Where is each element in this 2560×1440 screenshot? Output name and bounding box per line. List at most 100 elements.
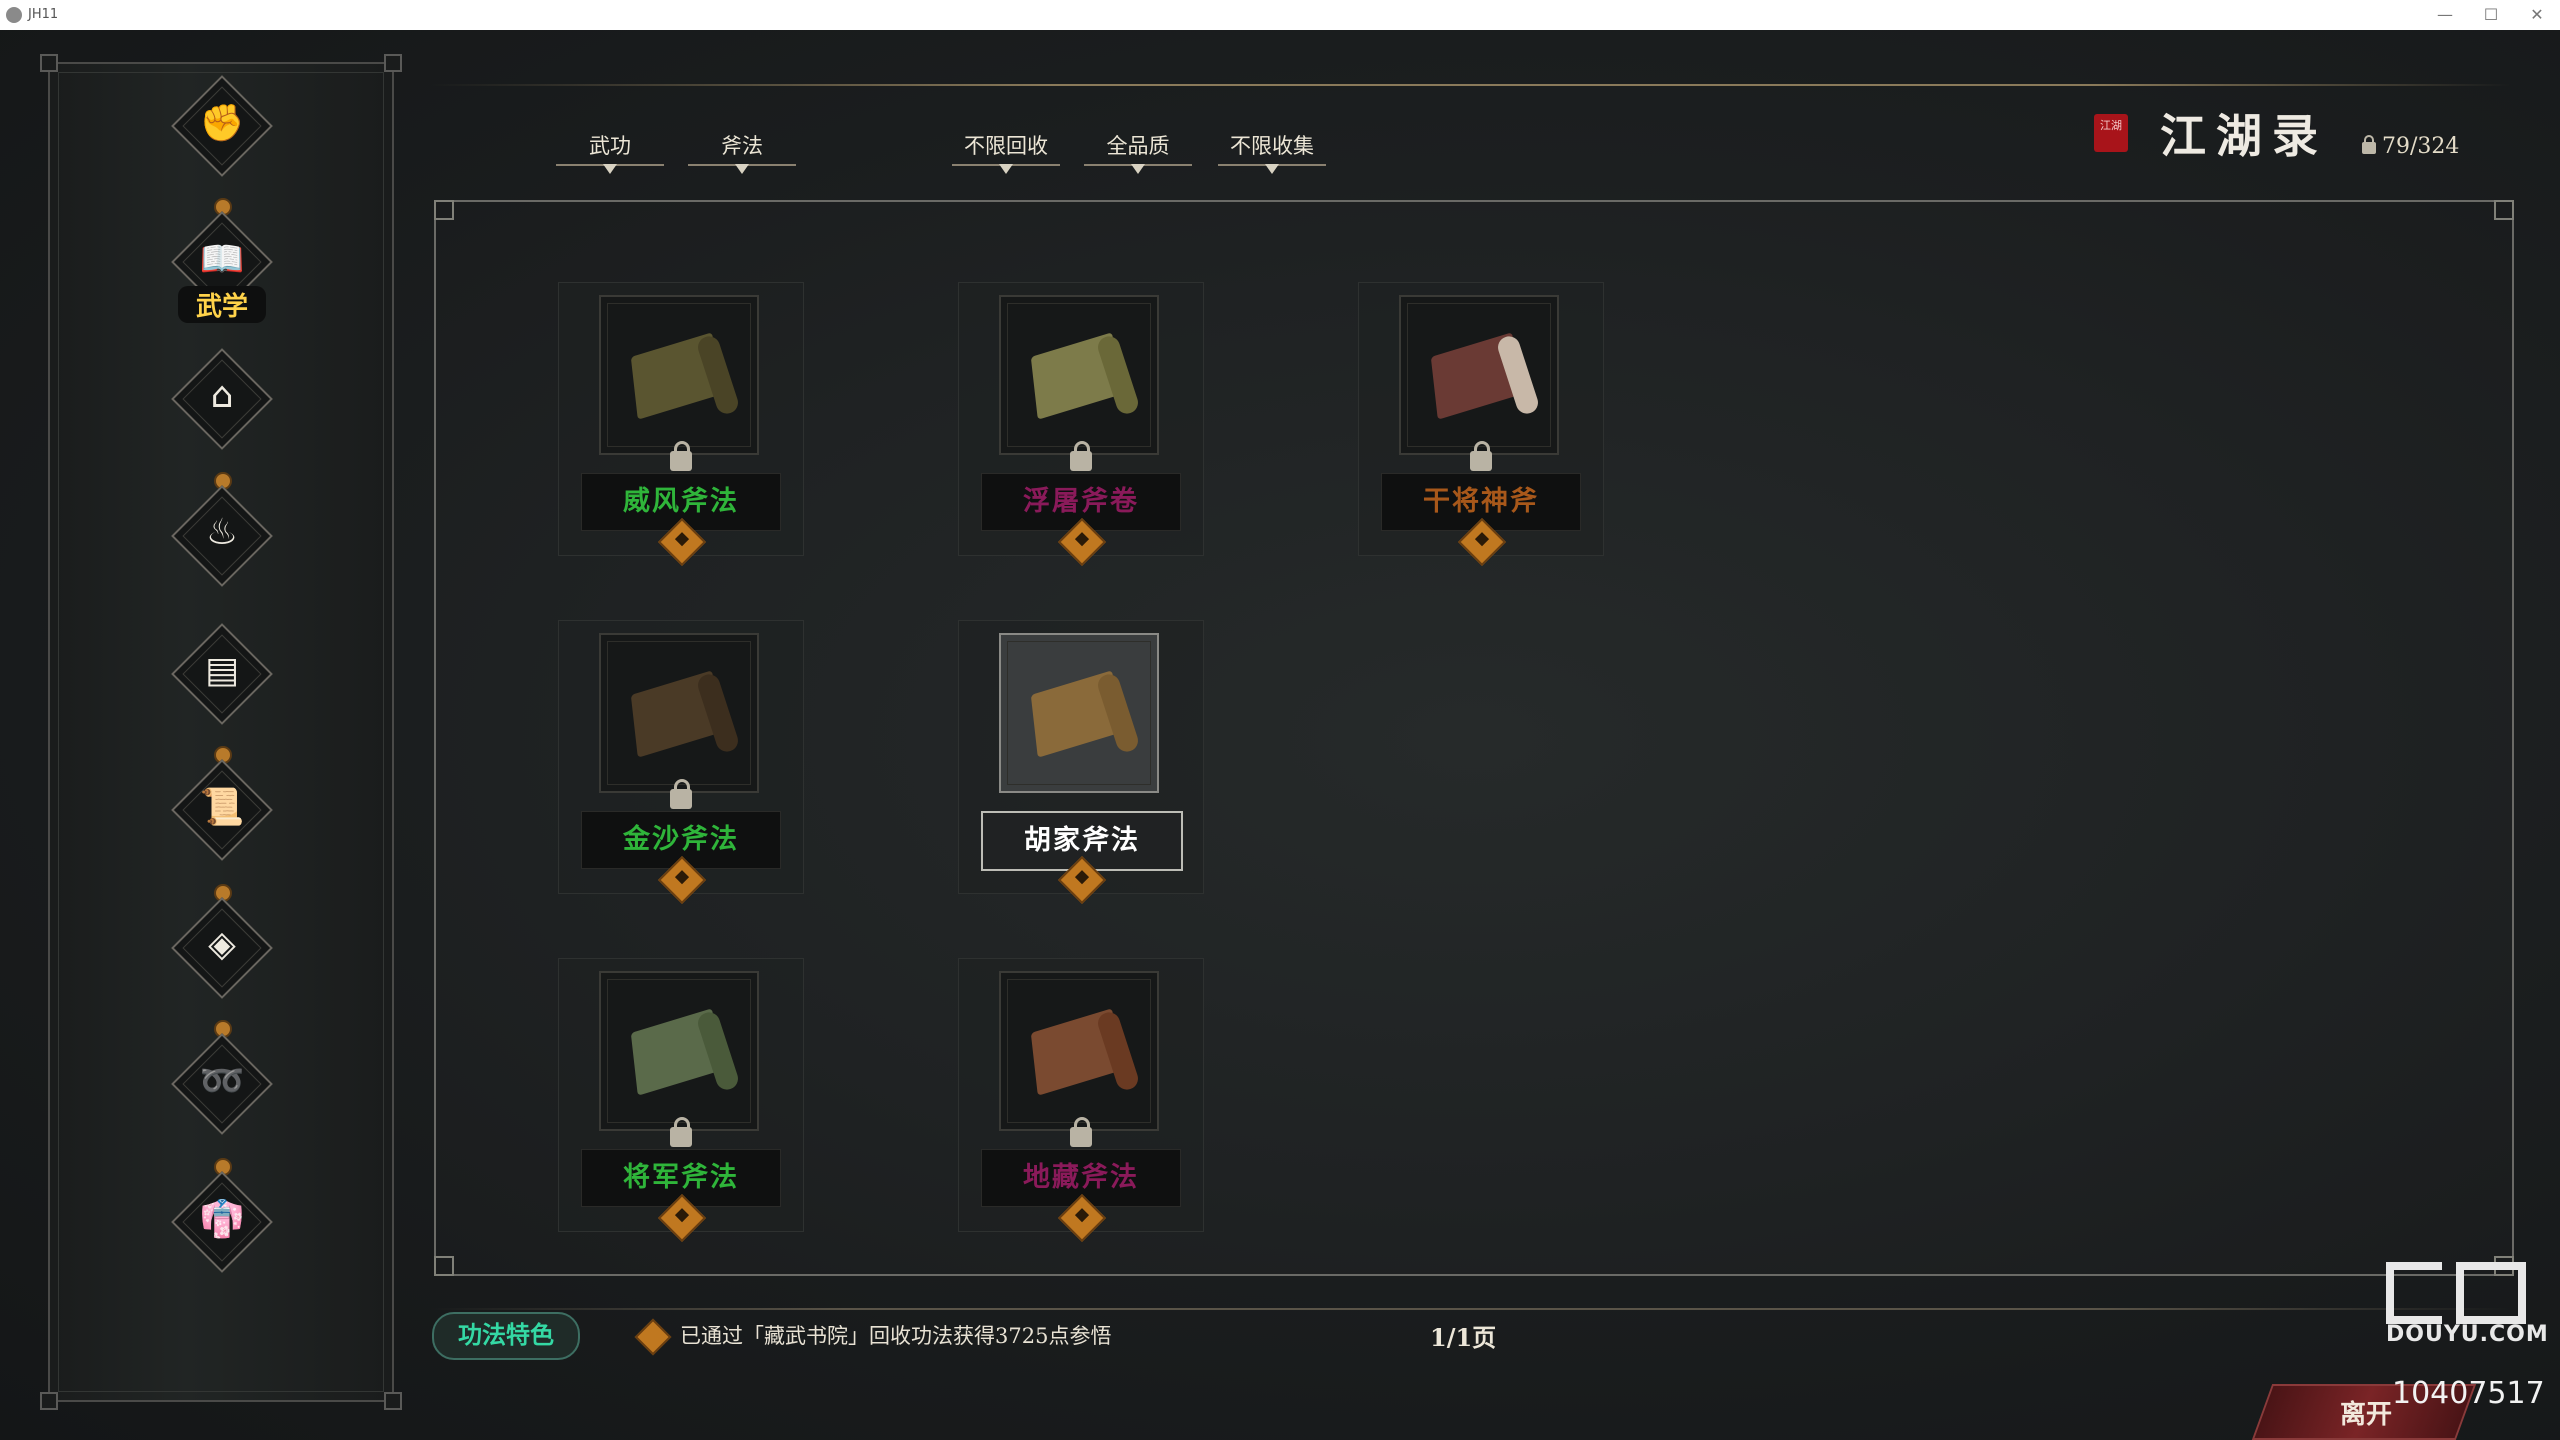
- lock-icon: [1070, 1117, 1092, 1147]
- scroll-icon: [629, 323, 741, 427]
- skill-feature-button[interactable]: 功法特色: [432, 1312, 580, 1360]
- dropdown-arrow-icon: [1265, 164, 1279, 174]
- sidebar-item-box[interactable]: ◈: [170, 884, 274, 1000]
- filter-collect[interactable]: 不限收集: [1218, 130, 1326, 174]
- rope-icon: ➿: [199, 1061, 245, 1102]
- scroll-roll: [1495, 333, 1541, 417]
- scroll-paper: [1030, 332, 1120, 420]
- scroll-roll: [1095, 333, 1141, 417]
- scroll-roll: [695, 671, 741, 755]
- sidebar-corner: [40, 1392, 58, 1410]
- sidebar-item-robe[interactable]: 👘: [170, 1158, 274, 1274]
- robe-icon: 👘: [199, 1199, 245, 1240]
- logo-stroke: [2456, 1262, 2526, 1324]
- red-seal-icon: 江湖: [2094, 114, 2128, 152]
- dropdown-arrow-icon: [603, 164, 617, 174]
- skill-thumbnail: [599, 633, 759, 793]
- scroll-icon: [629, 661, 741, 765]
- scroll-paper: [1030, 670, 1120, 758]
- sidebar-item-rope[interactable]: ➿: [170, 1020, 274, 1136]
- scroll-paper: [1430, 332, 1520, 420]
- scroll-roll: [695, 1009, 741, 1093]
- scroll-paper: [1030, 1008, 1120, 1096]
- scroll-icon: [1029, 323, 1141, 427]
- skill-thumbnail: [599, 971, 759, 1131]
- skill-card[interactable]: 胡家斧法: [958, 620, 1204, 905]
- skill-card[interactable]: 威风斧法: [558, 282, 804, 567]
- lock-icon: [670, 779, 692, 809]
- scroll-roll: [1095, 1009, 1141, 1093]
- scroll-icon: 📜: [199, 787, 245, 828]
- dropdown-arrow-icon: [1131, 164, 1145, 174]
- sidebar-item-house[interactable]: ⌂: [170, 347, 274, 451]
- app-icon: [6, 7, 22, 23]
- book-icon: 📖: [199, 239, 245, 280]
- window-title: JH11: [28, 7, 59, 22]
- lock-icon: [1070, 441, 1092, 471]
- minimize-button[interactable]: —: [2422, 0, 2468, 30]
- tab-label: 全品质: [1106, 134, 1170, 158]
- close-button[interactable]: ✕: [2514, 0, 2560, 30]
- panel-corner: [434, 200, 454, 220]
- watermark-brand: DOUYU.COM: [2386, 1322, 2549, 1347]
- logo-stroke: [2386, 1262, 2442, 1324]
- header-divider: [430, 84, 2510, 86]
- sidebar-item-fist[interactable]: ✊: [170, 74, 274, 178]
- sidebar-item-map[interactable]: ▤: [170, 622, 274, 726]
- collection-count: 79/324: [2382, 134, 2460, 159]
- dropdown-arrow-icon: [999, 164, 1013, 174]
- lock-icon: [1470, 441, 1492, 471]
- scroll-paper: [630, 332, 720, 420]
- skill-thumbnail: [999, 295, 1159, 455]
- skill-card[interactable]: 将军斧法: [558, 958, 804, 1243]
- map-icon: ▤: [204, 650, 239, 691]
- filter-recycle[interactable]: 不限回收: [952, 130, 1060, 174]
- scroll-roll: [695, 333, 741, 417]
- scroll-icon: [629, 999, 741, 1103]
- skill-thumbnail: [599, 295, 759, 455]
- maximize-button[interactable]: ☐: [2468, 0, 2514, 30]
- seal-text: 江湖: [2100, 119, 2122, 132]
- tab-label: 不限收集: [1230, 134, 1314, 158]
- sidebar-corner: [384, 54, 402, 72]
- scroll-icon: [1029, 661, 1141, 765]
- sidebar-corner: [40, 54, 58, 72]
- tab-label: 武功: [589, 134, 631, 158]
- skill-card[interactable]: 金沙斧法: [558, 620, 804, 905]
- page-indicator: 1/1页: [1430, 1323, 1497, 1352]
- panel-corner: [2494, 200, 2514, 220]
- sidebar-item-book[interactable]: 📖 武学: [170, 198, 274, 323]
- sidebar-item-label: 武学: [178, 286, 266, 323]
- skill-card[interactable]: 干将神斧: [1358, 282, 1604, 567]
- box-icon: ◈: [208, 924, 236, 965]
- collection-counter: 79/324: [2362, 134, 2459, 159]
- tab-martial-arts[interactable]: 武功: [556, 130, 664, 174]
- tab-label: 不限回收: [964, 134, 1048, 158]
- recycle-info-text: 已通过「藏武书院」回收功法获得3725点参悟: [680, 1324, 1112, 1348]
- skill-thumbnail: [999, 633, 1159, 793]
- scroll-paper: [630, 1008, 720, 1096]
- watermark-room-id: 10407517: [2392, 1376, 2545, 1411]
- scroll-roll: [1095, 671, 1141, 755]
- fist-icon: ✊: [199, 103, 245, 144]
- skill-thumbnail: [999, 971, 1159, 1131]
- filter-quality[interactable]: 全品质: [1084, 130, 1192, 174]
- footer-divider: [430, 1308, 2510, 1310]
- tab-axe-method[interactable]: 斧法: [688, 130, 796, 174]
- dish-icon: ♨: [205, 512, 239, 553]
- lock-icon: [2362, 135, 2376, 154]
- exit-button-label[interactable]: 离开: [2340, 1394, 2392, 1431]
- sidebar-corner: [384, 1392, 402, 1410]
- lock-icon: [670, 441, 692, 471]
- skill-card[interactable]: 地藏斧法: [958, 958, 1204, 1243]
- panel-corner: [434, 1256, 454, 1276]
- sidebar-item-dish[interactable]: ♨: [170, 472, 274, 588]
- tab-label: 斧法: [721, 134, 763, 158]
- sidebar: ✊ 📖 武学 ⌂ ♨ ▤ 📜 ◈ ➿ 👘: [40, 54, 402, 1410]
- lock-icon: [670, 1117, 692, 1147]
- window-titlebar: JH11 — ☐ ✕: [0, 0, 2560, 31]
- scroll-icon: [1029, 999, 1141, 1103]
- skill-card[interactable]: 浮屠斧卷: [958, 282, 1204, 567]
- sidebar-item-scroll[interactable]: 📜: [170, 746, 274, 862]
- page-title: 江湖录: [2160, 109, 2328, 163]
